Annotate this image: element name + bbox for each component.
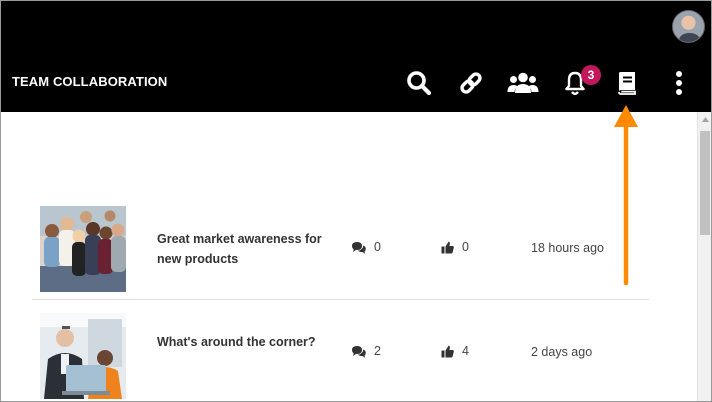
comments-count: 0: [351, 240, 381, 254]
link-button[interactable]: [454, 65, 488, 101]
post-timestamp: 2 days ago: [531, 345, 593, 359]
post-title[interactable]: What's around the corner?: [157, 333, 327, 353]
search-button[interactable]: [402, 65, 436, 101]
post-title[interactable]: Great market awareness for new products: [157, 230, 327, 269]
people-icon: [507, 72, 539, 93]
likes-count: 0: [441, 240, 469, 254]
app-window: TEAM COLLABORATION 3 Great market awaren…: [0, 0, 712, 402]
comments-icon: [352, 345, 366, 358]
scrollbar-thumb[interactable]: [700, 131, 710, 235]
comments-icon: [352, 241, 366, 254]
comments-count-value: 0: [374, 240, 381, 254]
post-timestamp: 18 hours ago: [531, 241, 604, 255]
comments-count: 2: [351, 344, 381, 358]
likes-count: 4: [441, 344, 469, 358]
app-title: TEAM COLLABORATION: [12, 74, 168, 89]
likes-count-value: 4: [462, 344, 469, 358]
scroll-up-arrow-icon[interactable]: [698, 116, 711, 126]
thumbs-up-icon: [441, 345, 454, 357]
members-button[interactable]: [506, 65, 540, 101]
post-thumbnail-group-photo: [40, 206, 126, 292]
link-icon: [460, 72, 482, 94]
search-icon: [407, 71, 432, 96]
book-button[interactable]: [610, 65, 644, 101]
book-icon: [618, 72, 636, 95]
user-avatar[interactable]: [672, 10, 705, 43]
post-row[interactable]: What's around the corner? 2 4 2 days ago: [32, 301, 649, 401]
likes-count-value: 0: [462, 240, 469, 254]
comments-count-value: 2: [374, 344, 381, 358]
more-vertical-icon: [676, 71, 682, 95]
more-options-button[interactable]: [662, 65, 696, 101]
vertical-scrollbar[interactable]: [697, 112, 711, 401]
post-thumbnail-meeting-photo: [40, 313, 126, 399]
thumbs-up-icon: [441, 241, 454, 253]
notification-count-badge: 3: [581, 65, 601, 85]
top-navigation-bar: TEAM COLLABORATION 3: [1, 1, 711, 112]
post-row[interactable]: Great market awareness for new products …: [32, 197, 649, 300]
